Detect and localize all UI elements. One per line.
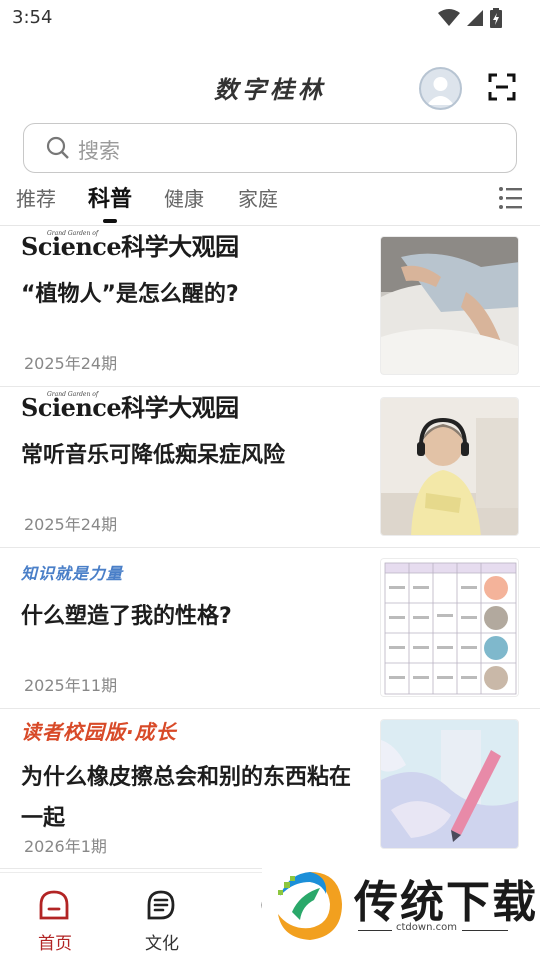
search-icon <box>46 136 69 159</box>
divider <box>358 930 392 931</box>
watermark: 传统下载 ctdown.com <box>262 858 540 960</box>
article-date: 2025年24期 <box>24 354 118 373</box>
user-avatar-icon <box>427 77 454 105</box>
source-logo-duzhe: 读者校园版·成长 <box>21 719 177 745</box>
tab-health[interactable]: 健康 <box>164 183 204 212</box>
article-title: 什么塑造了我的性格? <box>21 604 232 629</box>
article-title: “植物人”是怎么醒的? <box>21 282 239 307</box>
active-tab-indicator <box>103 219 117 223</box>
battery-icon <box>490 8 502 28</box>
source-name: 读者校园版·成长 <box>21 720 177 744</box>
menu-icon[interactable] <box>498 186 524 210</box>
search-placeholder: 搜索 <box>78 139 120 163</box>
tab-science[interactable]: 科普 <box>88 181 132 213</box>
scan-icon[interactable] <box>488 73 516 101</box>
culture-icon <box>147 890 175 920</box>
article-date: 2025年24期 <box>24 515 118 534</box>
nav-culture[interactable]: 文化 <box>107 873 217 960</box>
nav-label: 文化 <box>145 934 179 954</box>
watermark-text: 传统下载 <box>354 877 538 928</box>
source-sub: Grand Garden of <box>47 391 99 398</box>
source-name: 知识就是力量 <box>21 564 124 583</box>
article-item[interactable]: Grand Garden of Science科学大观园 常听音乐可降低痴呆症风… <box>0 387 540 548</box>
source-logo-science: Grand Garden of Science科学大观园 <box>21 230 239 262</box>
signal-icon <box>467 10 483 26</box>
article-date: 2025年11期 <box>24 676 118 695</box>
article-item[interactable]: Grand Garden of Science科学大观园 “植物人”是怎么醒的?… <box>0 226 540 387</box>
nav-label: 首页 <box>38 934 72 954</box>
article-thumbnail <box>380 719 519 849</box>
tab-family[interactable]: 家庭 <box>238 183 278 212</box>
status-bar: 3:54 <box>0 0 540 38</box>
article-thumbnail <box>380 397 519 536</box>
article-item[interactable]: 读者校园版·成长 为什么橡皮擦总会和别的东西粘在一起 2026年1期 <box>0 709 540 869</box>
wifi-icon <box>438 9 460 26</box>
avatar[interactable] <box>419 67 462 110</box>
status-icons <box>438 8 502 28</box>
article-item[interactable]: 知识就是力量 什么塑造了我的性格? 2025年11期 <box>0 548 540 709</box>
article-title: 常听音乐可降低痴呆症风险 <box>21 443 286 468</box>
status-time: 3:54 <box>12 7 53 28</box>
tab-recommend[interactable]: 推荐 <box>16 183 56 212</box>
watermark-url: ctdown.com <box>396 922 457 933</box>
watermark-logo-icon <box>278 872 342 940</box>
article-date: 2026年1期 <box>24 837 107 856</box>
nav-home[interactable]: 首页 <box>0 873 110 960</box>
divider <box>462 930 508 931</box>
home-icon <box>39 890 69 920</box>
article-thumbnail <box>380 236 519 375</box>
source-logo-science: Grand Garden of Science科学大观园 <box>21 391 239 423</box>
source-sub: Grand Garden of <box>47 230 99 237</box>
category-tabs: 推荐 科普 健康 家庭 <box>0 178 540 226</box>
article-thumbnail <box>380 558 519 697</box>
search-input[interactable]: 搜索 <box>23 123 517 173</box>
source-logo-zsj: 知识就是力量 <box>21 558 123 584</box>
article-title: 为什么橡皮擦总会和别的东西粘在一起 <box>21 765 352 831</box>
